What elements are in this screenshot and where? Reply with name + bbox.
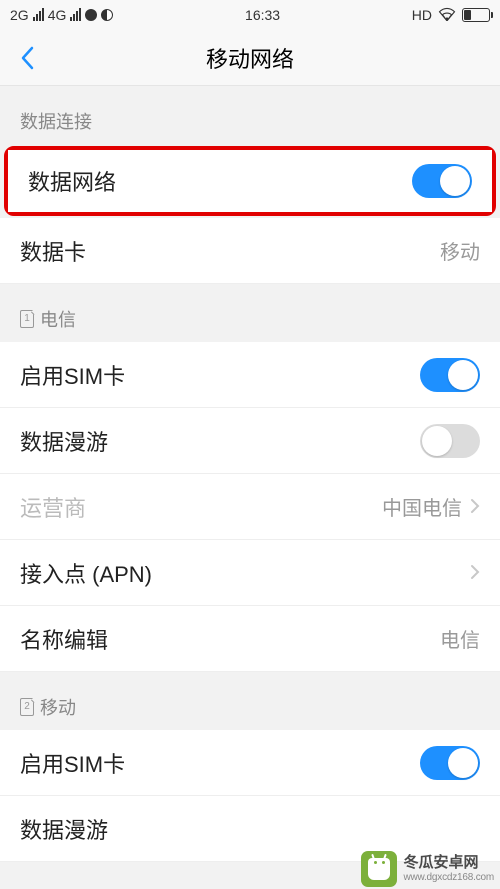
roaming-2-label: 数据漫游: [20, 813, 108, 845]
watermark-name: 冬瓜安卓网: [403, 855, 494, 872]
apn-label: 接入点 (APN): [20, 557, 152, 589]
enable-sim-2-label: 启用SIM卡: [20, 747, 125, 779]
sim-2-icon: 2: [20, 698, 34, 716]
watermark-url: www.dgxcdz168.com: [403, 872, 494, 883]
data-network-label: 数据网络: [28, 165, 116, 197]
section-telecom-label: 电信: [40, 306, 76, 332]
wifi-icon: [438, 7, 456, 24]
enable-sim-1-toggle[interactable]: [420, 358, 480, 392]
data-network-toggle[interactable]: [412, 164, 472, 198]
section-header-data-connection: 数据连接: [0, 86, 500, 144]
chevron-right-icon: [470, 560, 480, 586]
enable-sim-1-label: 启用SIM卡: [20, 359, 125, 391]
section-header-mobile: 2 移动: [0, 672, 500, 730]
chevron-left-icon: [20, 46, 34, 70]
carrier-label: 运营商: [20, 491, 86, 523]
network-4g: 4G: [48, 7, 67, 23]
indicator-dot-icon: [85, 9, 97, 21]
page-title: 移动网络: [206, 42, 294, 74]
status-time: 16:33: [245, 7, 280, 23]
row-data-network[interactable]: 数据网络: [8, 150, 492, 212]
row-enable-sim-1[interactable]: 启用SIM卡: [0, 342, 500, 408]
android-icon: [361, 851, 397, 887]
content: 数据连接 数据网络 数据卡 移动 1 电信 启用SIM卡 数据漫游 运营商 中国…: [0, 86, 500, 862]
data-card-label: 数据卡: [20, 235, 86, 267]
hd-indicator: HD: [412, 7, 432, 23]
row-roaming-1[interactable]: 数据漫游: [0, 408, 500, 474]
back-button[interactable]: [12, 43, 42, 73]
highlight-box: 数据网络: [4, 146, 496, 216]
indicator-half-icon: [101, 9, 113, 21]
status-left: 2G 4G: [10, 7, 113, 23]
signal-icon-2: [70, 9, 81, 21]
name-edit-value: 电信: [440, 624, 480, 653]
chevron-right-icon: [470, 494, 480, 520]
section-mobile-label: 移动: [40, 694, 76, 720]
row-enable-sim-2[interactable]: 启用SIM卡: [0, 730, 500, 796]
row-apn[interactable]: 接入点 (APN): [0, 540, 500, 606]
status-bar: 2G 4G 16:33 HD: [0, 0, 500, 30]
signal-icon-1: [33, 9, 44, 21]
watermark: 冬瓜安卓网 www.dgxcdz168.com: [361, 851, 494, 887]
status-right: HD: [412, 7, 490, 24]
battery-icon: [462, 8, 490, 22]
name-edit-label: 名称编辑: [20, 623, 108, 655]
enable-sim-2-toggle[interactable]: [420, 746, 480, 780]
section-header-telecom: 1 电信: [0, 284, 500, 342]
sim-1-icon: 1: [20, 310, 34, 328]
row-carrier[interactable]: 运营商 中国电信: [0, 474, 500, 540]
network-2g: 2G: [10, 7, 29, 23]
row-name-edit[interactable]: 名称编辑 电信: [0, 606, 500, 672]
data-card-value: 移动: [440, 236, 480, 265]
carrier-value: 中国电信: [382, 492, 462, 521]
roaming-1-toggle[interactable]: [420, 424, 480, 458]
roaming-1-label: 数据漫游: [20, 425, 108, 457]
row-data-card[interactable]: 数据卡 移动: [0, 218, 500, 284]
nav-header: 移动网络: [0, 30, 500, 86]
